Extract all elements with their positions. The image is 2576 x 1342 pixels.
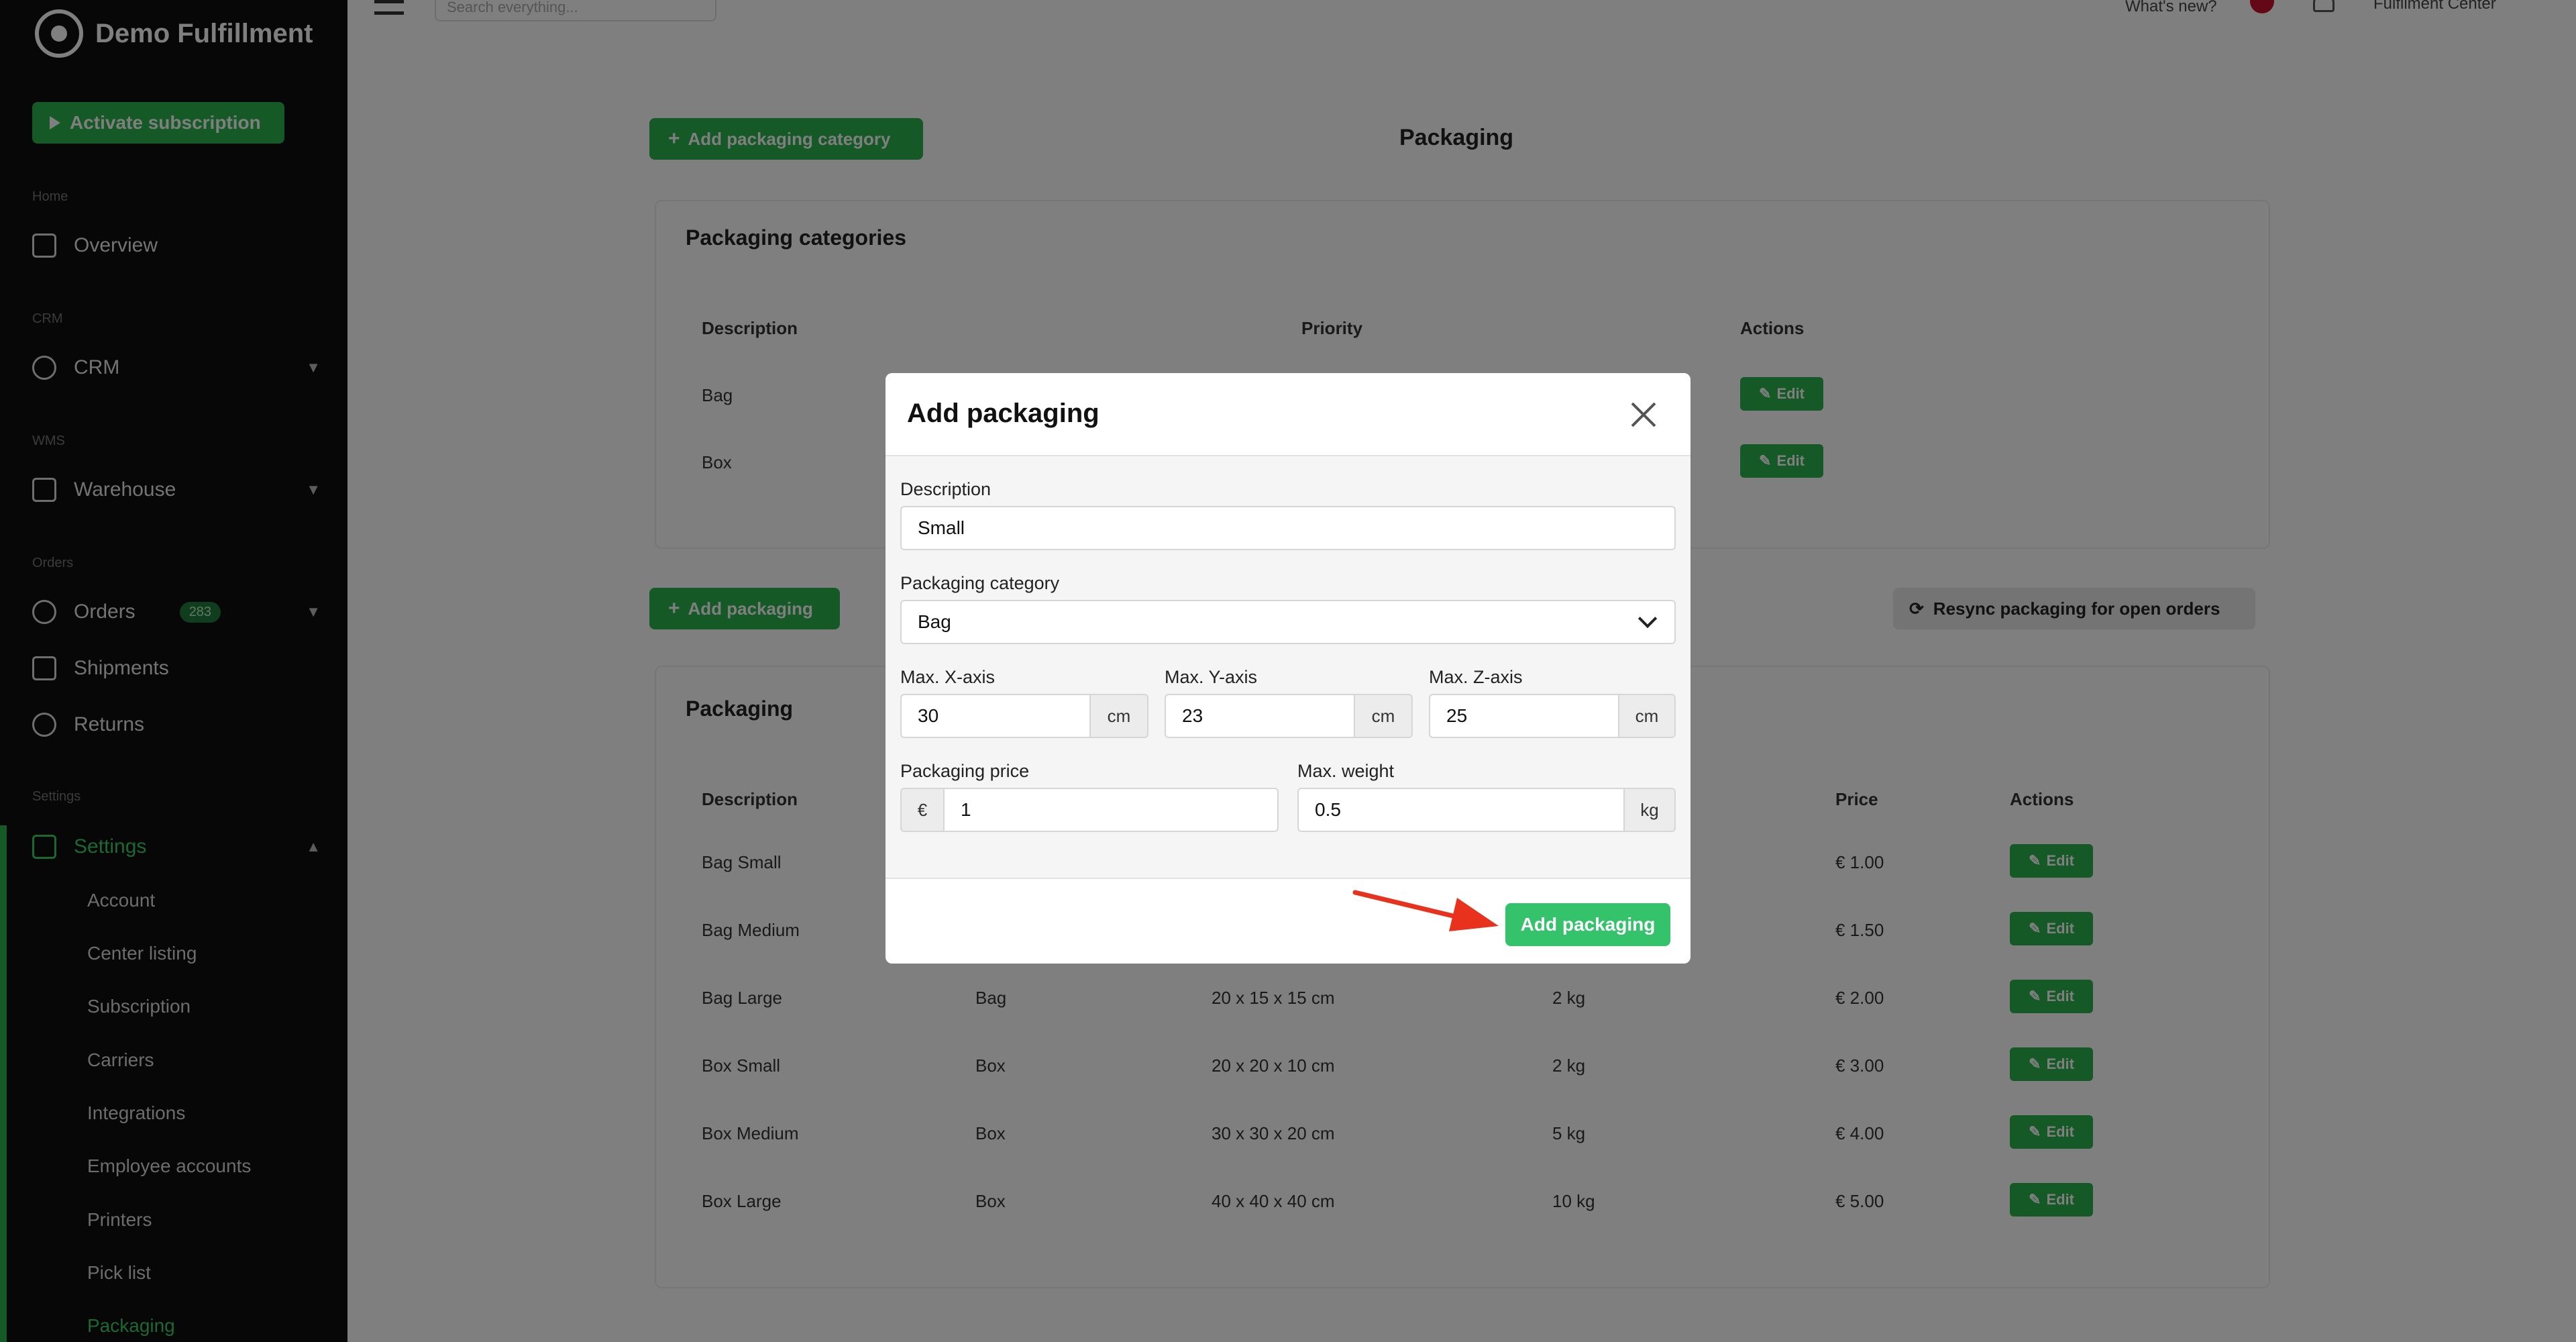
annotation-arrow	[1352, 890, 1499, 931]
